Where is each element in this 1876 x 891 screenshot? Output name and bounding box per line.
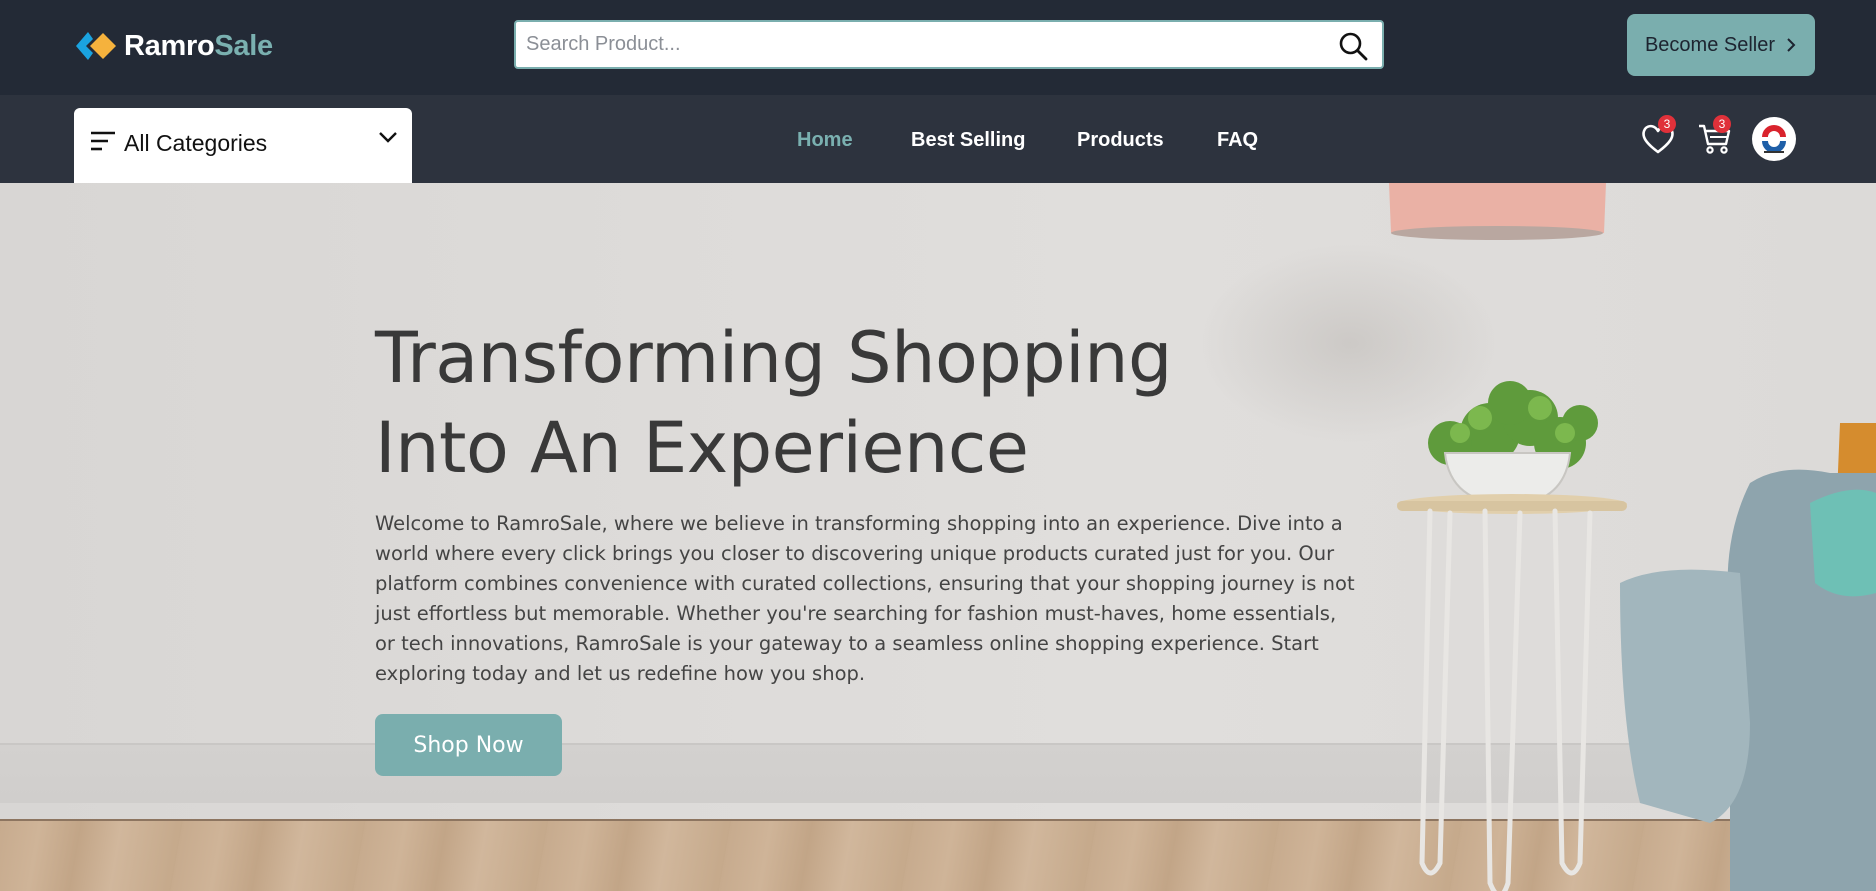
hero-title-line1: Transforming Shopping <box>375 317 1172 399</box>
become-seller-button[interactable]: Become Seller <box>1627 14 1815 76</box>
logo-mark-icon <box>76 32 116 60</box>
logo[interactable]: RamroSale <box>74 26 273 66</box>
main-nav: Home Best Selling Products FAQ <box>0 129 1876 159</box>
cart-button[interactable]: 3 <box>1697 115 1733 157</box>
hero-description-line: or tech innovations, RamroSale is your g… <box>375 632 1319 655</box>
hero-banner: Transforming Shopping Into An Experience… <box>0 183 1876 891</box>
hero-description-line: world where every click brings you close… <box>375 542 1335 565</box>
nav-faq[interactable]: FAQ <box>1217 129 1258 152</box>
hero-description-line: just effortless but memorable. Whether y… <box>375 602 1337 625</box>
nav-products[interactable]: Products <box>1077 129 1164 152</box>
chevron-right-icon <box>1787 38 1796 52</box>
hero-description-line: Welcome to RamroSale, where we believe i… <box>375 512 1343 535</box>
nav-bar: All Categories Home Best Selling Product… <box>0 95 1876 183</box>
hero-description-line: exploring today and let us redefine how … <box>375 662 866 685</box>
nav-home[interactable]: Home <box>797 129 853 152</box>
top-header: RamroSale Become Seller <box>0 0 1876 95</box>
wishlist-count-badge: 3 <box>1658 115 1676 133</box>
hero-title-line2: Into An Experience <box>375 407 1029 489</box>
pendant-lamp-image <box>1389 183 1606 240</box>
hero-description: Welcome to RamroSale, where we believe i… <box>375 509 1385 689</box>
become-seller-label: Become Seller <box>1644 33 1776 56</box>
search-bar <box>514 20 1384 69</box>
avatar[interactable] <box>1752 117 1796 161</box>
search-icon[interactable] <box>1338 31 1368 61</box>
shop-now-button[interactable]: Shop Now <box>375 714 562 776</box>
cart-count-badge: 3 <box>1713 115 1731 133</box>
plant-table-image <box>1397 381 1627 891</box>
sofa-image <box>1620 423 1876 891</box>
search-input[interactable] <box>526 22 1326 67</box>
nav-best-selling[interactable]: Best Selling <box>911 129 1025 152</box>
brand-name: RamroSale <box>124 29 273 62</box>
hero-description-line: platform combines convenience with curat… <box>375 572 1355 595</box>
hero-title: Transforming Shopping Into An Experience <box>375 313 1275 493</box>
wishlist-button[interactable]: 3 <box>1640 115 1676 157</box>
user-logo-icon <box>1753 118 1795 160</box>
